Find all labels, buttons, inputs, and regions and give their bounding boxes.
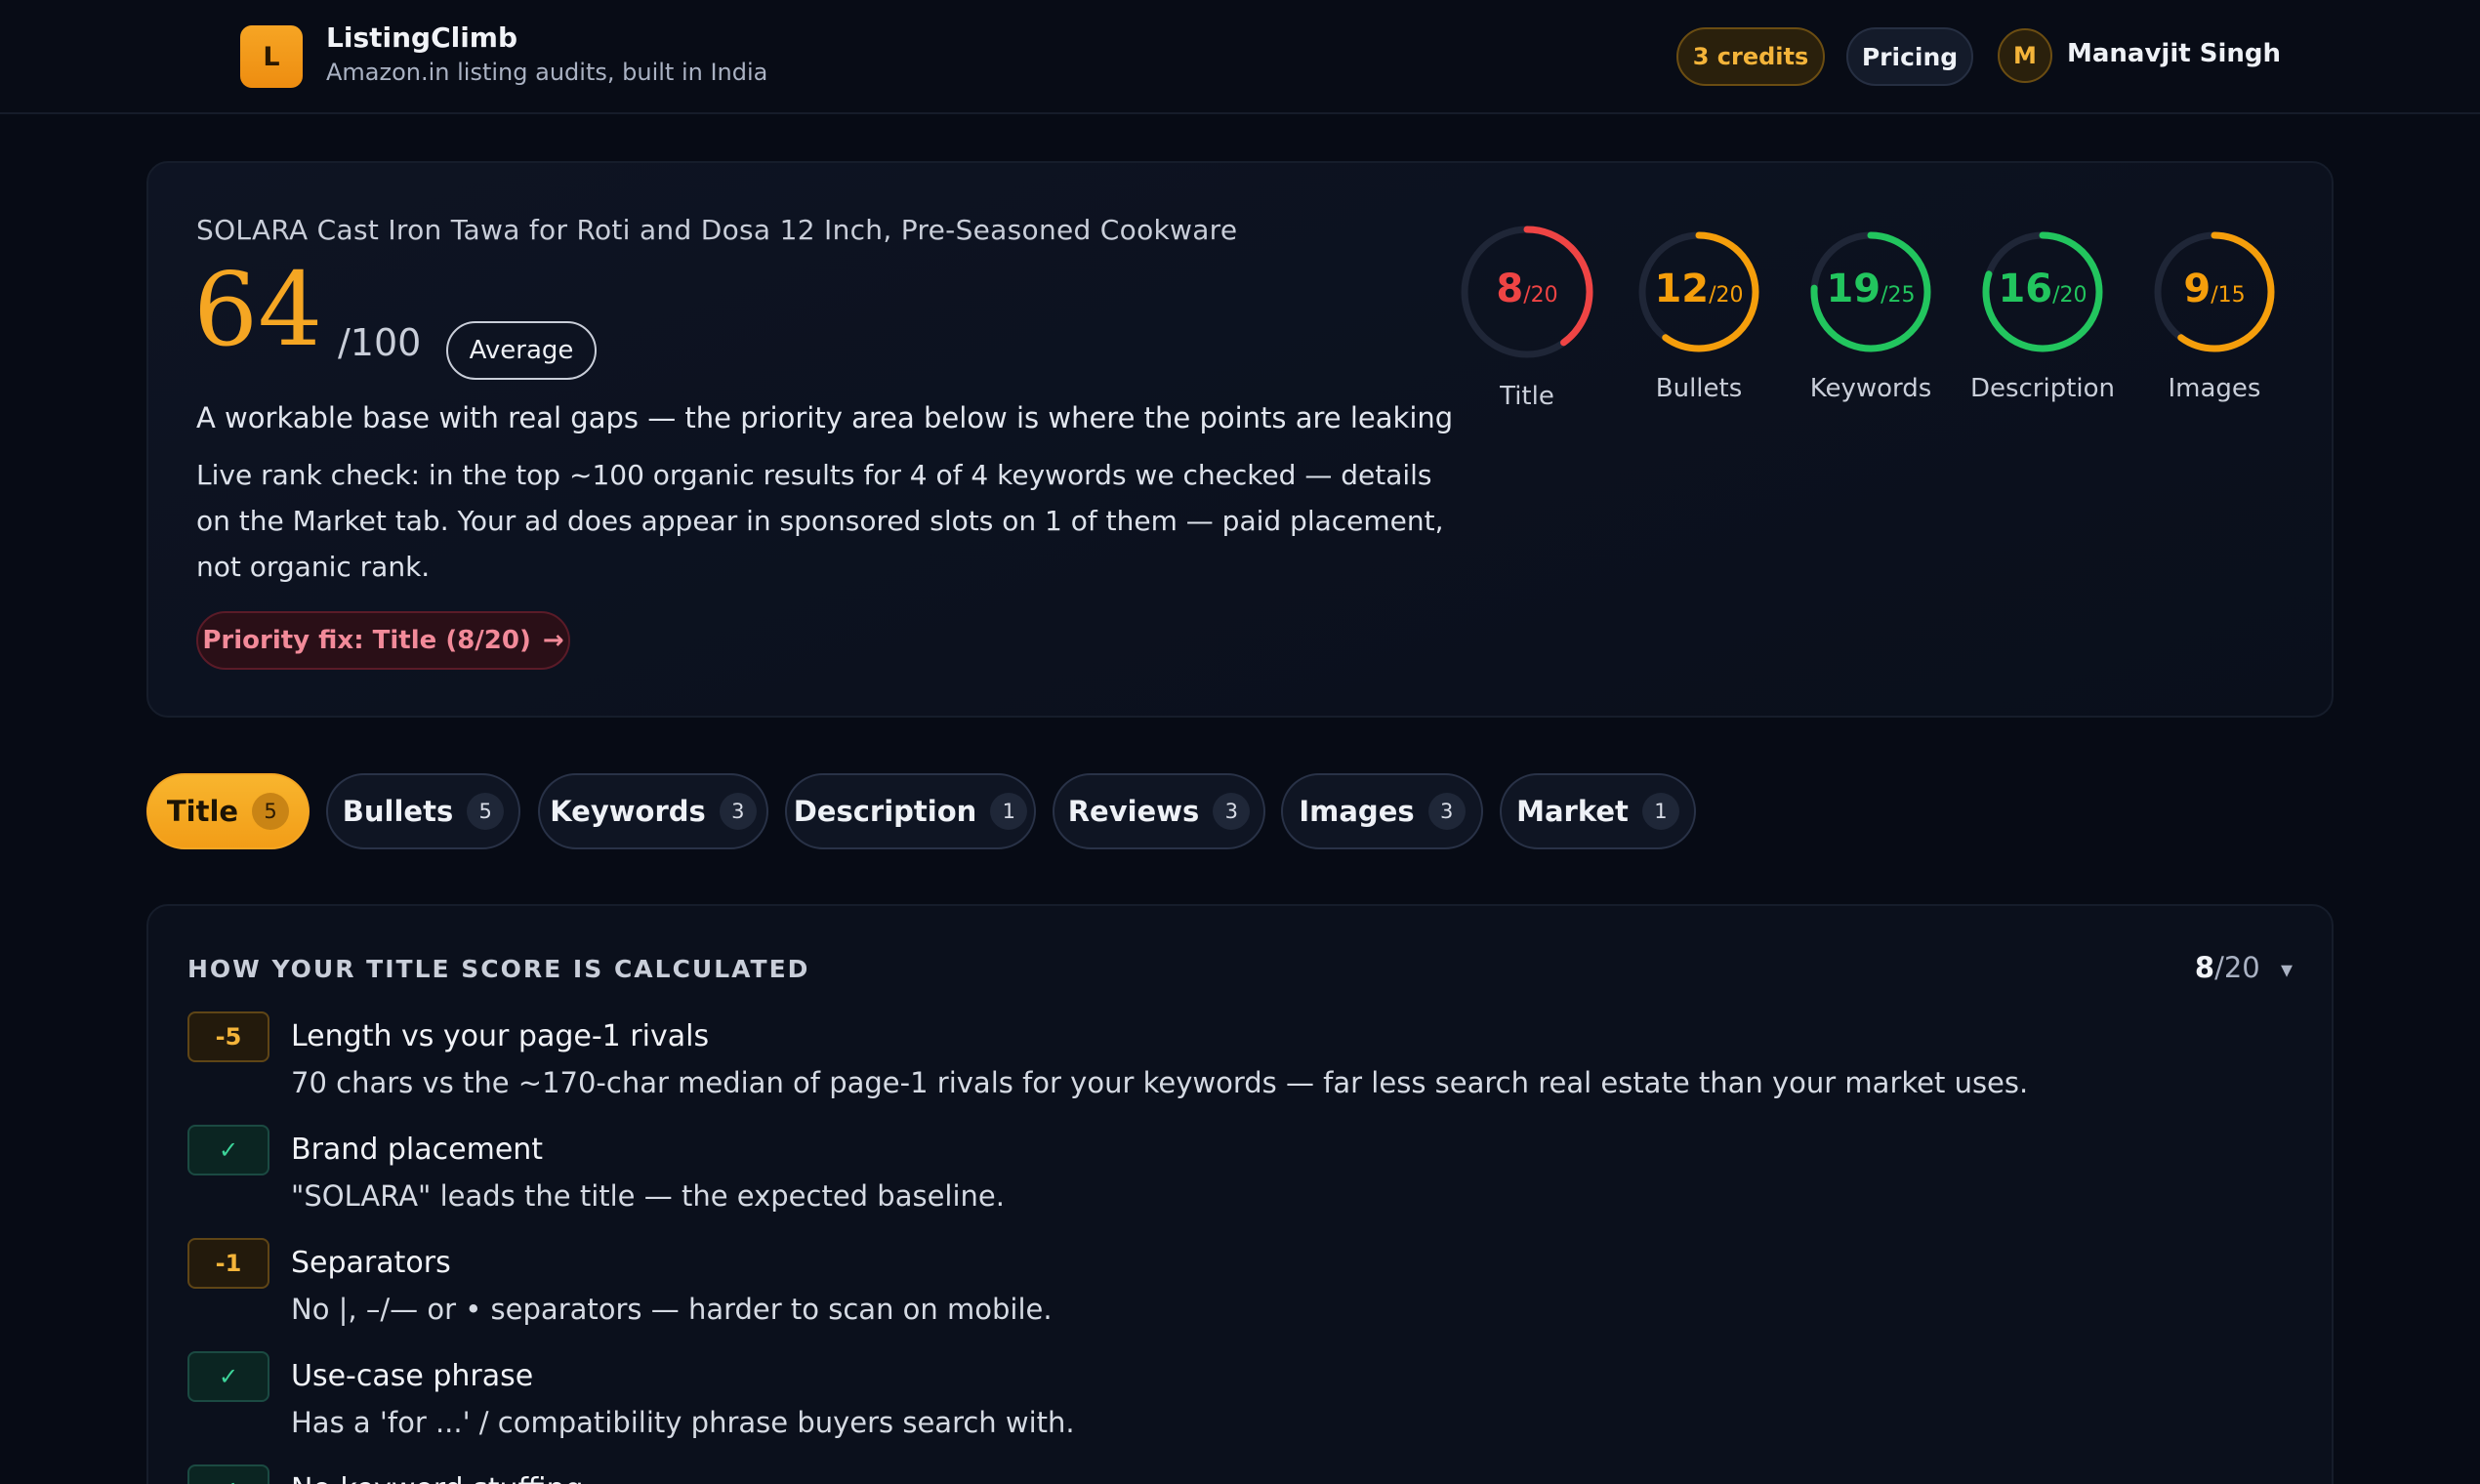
check-icon: ✓: [187, 1464, 269, 1484]
breakdown-score-max: /20: [2214, 951, 2260, 984]
priority-fix-label: Priority fix: Title (8/20): [202, 626, 531, 655]
avatar[interactable]: M: [1998, 28, 2052, 83]
gauge-score-max: /15: [2211, 283, 2246, 308]
overall-score: 64: [193, 250, 323, 369]
gauge-score-max: /25: [1881, 283, 1916, 308]
gauge-keywords[interactable]: 19/25 Keywords: [1793, 214, 1949, 409]
row-title: Length vs your page-1 rivals: [291, 1019, 710, 1053]
top-bar: L ListingClimb Amazon.in listing audits,…: [0, 0, 2480, 114]
tab-count-badge: 1: [1641, 793, 1679, 830]
gauge-score-value: 8: [1496, 267, 1524, 311]
priority-fix-button[interactable]: Priority fix: Title (8/20) →: [196, 611, 570, 670]
check-icon: ✓: [187, 1351, 269, 1402]
overall-score-max: /100: [338, 321, 422, 364]
rank-check-note: Live rank check: in the top ~100 organic…: [196, 459, 1444, 583]
row-title: Use-case phrase: [291, 1359, 534, 1393]
row-title: Separators: [291, 1246, 451, 1280]
arrow-right-icon: →: [542, 626, 564, 655]
tab-count-badge: 5: [467, 793, 505, 830]
gauge-images[interactable]: 9/15 Images: [2136, 214, 2293, 409]
gauge-title[interactable]: 8/20 Title: [1449, 214, 1605, 411]
tab-label: Title: [166, 795, 239, 828]
gauge-bullets[interactable]: 12/20 Bullets: [1621, 214, 1777, 409]
penalty-badge: -1: [187, 1238, 269, 1289]
breakdown-heading: HOW YOUR TITLE SCORE IS CALCULATED: [187, 955, 810, 983]
gauge-score: 12/20: [1621, 267, 1777, 311]
tab-images[interactable]: Images 3: [1281, 773, 1483, 849]
check-icon: ✓: [187, 1125, 269, 1175]
tab-count-badge: 5: [252, 793, 290, 830]
user-name[interactable]: Manavjit Singh: [2067, 39, 2281, 68]
gauge-label: Title: [1500, 382, 1554, 411]
row-description: 70 chars vs the ~170-char median of page…: [291, 1066, 2029, 1099]
tab-label: Market: [1516, 795, 1629, 828]
gauge-score-value: 16: [1998, 267, 2053, 311]
tab-label: Bullets: [342, 795, 454, 828]
brand-name[interactable]: ListingClimb: [326, 21, 517, 54]
pricing-button[interactable]: Pricing: [1846, 27, 1973, 86]
gauge-label: Keywords: [1809, 374, 1932, 403]
tab-count-badge: 3: [719, 793, 757, 830]
gauge-score: 9/15: [2136, 267, 2293, 311]
tab-title[interactable]: Title 5: [146, 773, 310, 849]
gauge-score-max: /20: [1709, 283, 1744, 308]
gauge-score-max: /20: [2052, 283, 2087, 308]
row-title: No keyword stuffing: [291, 1472, 584, 1484]
gauge-score: 16/20: [1964, 267, 2121, 311]
brand-logo[interactable]: L: [240, 25, 303, 88]
tab-count-badge: 3: [1427, 793, 1466, 830]
row-description: Has a 'for ...' / compatibility phrase b…: [291, 1406, 1075, 1439]
row-title: Brand placement: [291, 1133, 544, 1167]
gauge-score: 19/25: [1793, 267, 1949, 311]
gauge-score-value: 19: [1826, 267, 1881, 311]
gauge-score: 8/20: [1449, 267, 1605, 311]
tab-count-badge: 1: [990, 793, 1028, 830]
product-title: SOLARA Cast Iron Tawa for Roti and Dosa …: [196, 214, 1238, 246]
tab-label: Keywords: [550, 795, 706, 828]
brand-tagline: Amazon.in listing audits, built in India: [326, 59, 768, 86]
tab-keywords[interactable]: Keywords 3: [538, 773, 768, 849]
tab-label: Reviews: [1067, 795, 1200, 828]
tab-market[interactable]: Market 1: [1500, 773, 1696, 849]
gauge-label: Images: [2168, 374, 2261, 403]
breakdown-score-value: 8: [2194, 951, 2215, 984]
row-description: "SOLARA" leads the title — the expected …: [291, 1179, 1005, 1213]
tab-reviews[interactable]: Reviews 3: [1053, 773, 1265, 849]
row-description: No |, –/— or • separators — harder to sc…: [291, 1293, 1053, 1326]
penalty-badge: -5: [187, 1011, 269, 1062]
breakdown-score-toggle[interactable]: 8/20 ▾: [2195, 951, 2293, 984]
tab-description[interactable]: Description 1: [785, 773, 1036, 849]
gauge-score-max: /20: [1523, 283, 1558, 308]
verdict-text: A workable base with real gaps — the pri…: [196, 401, 1454, 434]
gauge-score-value: 9: [2183, 267, 2211, 311]
title-score-breakdown: HOW YOUR TITLE SCORE IS CALCULATED 8/20 …: [146, 904, 2334, 1484]
tab-count-badge: 3: [1213, 793, 1251, 830]
tab-label: Description: [793, 795, 977, 828]
tab-bullets[interactable]: Bullets 5: [326, 773, 520, 849]
chevron-down-icon: ▾: [2280, 956, 2293, 983]
gauge-score-value: 12: [1654, 267, 1710, 311]
grade-badge: Average: [446, 321, 597, 380]
credits-badge[interactable]: 3 credits: [1676, 27, 1825, 86]
score-summary-card: SOLARA Cast Iron Tawa for Roti and Dosa …: [146, 161, 2334, 718]
tab-label: Images: [1299, 795, 1415, 828]
gauge-description[interactable]: 16/20 Description: [1964, 214, 2121, 409]
gauge-label: Description: [1969, 374, 2116, 403]
gauge-label: Bullets: [1655, 374, 1743, 403]
